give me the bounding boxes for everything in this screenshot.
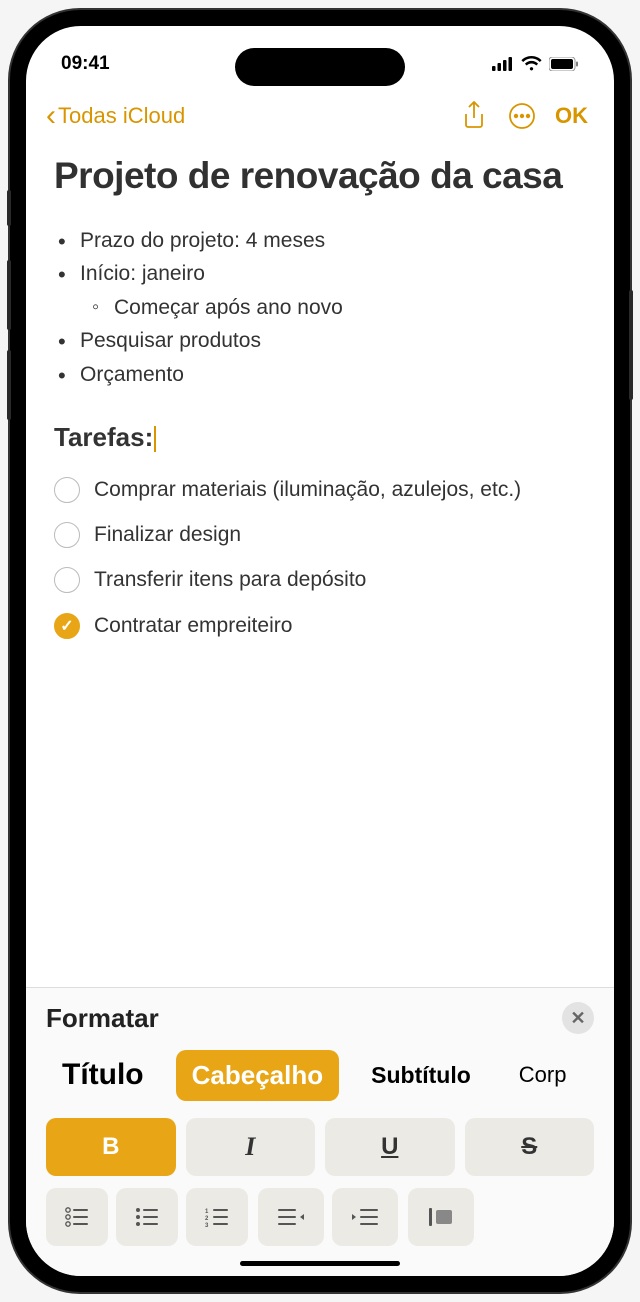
text-format-row: B I U S (26, 1118, 614, 1188)
list-format-row: 123 (26, 1188, 614, 1246)
note-title[interactable]: Projeto de renovação da casa (54, 155, 586, 198)
checklist-item[interactable]: Contratar empreiteiro (54, 603, 586, 648)
bullet-list-button[interactable] (116, 1188, 178, 1246)
checkbox-icon[interactable] (54, 567, 80, 593)
back-label: Todas iCloud (58, 103, 185, 129)
dynamic-island (235, 48, 405, 86)
task-text[interactable]: Contratar empreiteiro (94, 611, 292, 640)
checklist[interactable]: Comprar materiais (iluminação, azulejos,… (54, 467, 586, 649)
cellular-signal-icon (492, 57, 514, 71)
style-subheading-button[interactable]: Subtítulo (355, 1052, 487, 1099)
more-button[interactable] (501, 95, 543, 137)
wifi-icon (521, 56, 542, 71)
navigation-bar: ‹ Todas iCloud OK (26, 81, 614, 145)
checklist-item[interactable]: Finalizar design (54, 512, 586, 557)
section-heading[interactable]: Tarefas: (54, 422, 156, 453)
list-item[interactable]: Início: janeiro (54, 257, 586, 291)
outdent-button[interactable] (258, 1188, 324, 1246)
list-item[interactable]: Prazo do projeto: 4 meses (54, 224, 586, 258)
list-item[interactable]: Orçamento (54, 358, 586, 392)
share-button[interactable] (453, 95, 495, 137)
style-body-button[interactable]: Corp (503, 1052, 583, 1098)
format-panel: Formatar ✕ Título Cabeçalho Subtítulo Co… (26, 987, 614, 1276)
block-quote-button[interactable] (408, 1188, 474, 1246)
checkbox-checked-icon[interactable] (54, 613, 80, 639)
close-icon: ✕ (570, 1008, 585, 1029)
task-text[interactable]: Transferir itens para depósito (94, 565, 366, 594)
checkbox-icon[interactable] (54, 522, 80, 548)
style-heading-button[interactable]: Cabeçalho (176, 1050, 340, 1101)
checklist-item[interactable]: Comprar materiais (iluminação, azulejos,… (54, 467, 586, 512)
italic-button[interactable]: I (186, 1118, 316, 1176)
indent-button[interactable] (332, 1188, 398, 1246)
checkbox-icon[interactable] (54, 477, 80, 503)
close-button[interactable]: ✕ (562, 1002, 594, 1034)
svg-text:1: 1 (205, 1209, 209, 1215)
battery-icon (549, 57, 579, 71)
svg-text:3: 3 (205, 1223, 209, 1227)
note-body[interactable]: Projeto de renovação da casa Prazo do pr… (26, 145, 614, 987)
checklist-button[interactable] (46, 1188, 108, 1246)
list-item[interactable]: Pesquisar produtos (54, 324, 586, 358)
done-button[interactable]: OK (549, 103, 594, 129)
chevron-left-icon: ‹ (46, 101, 56, 131)
checklist-item[interactable]: Transferir itens para depósito (54, 557, 586, 602)
underline-button[interactable]: U (325, 1118, 455, 1176)
home-indicator[interactable] (240, 1261, 400, 1266)
bold-button[interactable]: B (46, 1118, 176, 1176)
numbered-list-button[interactable]: 123 (186, 1188, 248, 1246)
task-text[interactable]: Comprar materiais (iluminação, azulejos,… (94, 475, 521, 504)
status-time: 09:41 (61, 53, 110, 75)
format-title: Formatar (46, 1003, 159, 1034)
back-button[interactable]: ‹ Todas iCloud (46, 101, 185, 131)
list-item[interactable]: Começar após ano novo (54, 291, 586, 325)
strikethrough-button[interactable]: S (465, 1118, 595, 1176)
svg-text:2: 2 (205, 1216, 209, 1222)
text-style-row: Título Cabeçalho Subtítulo Corp (26, 1048, 614, 1118)
task-text[interactable]: Finalizar design (94, 520, 241, 549)
text-cursor (154, 426, 156, 452)
bullet-list[interactable]: Prazo do projeto: 4 meses Início: janeir… (54, 224, 586, 392)
style-title-button[interactable]: Título (46, 1048, 160, 1102)
